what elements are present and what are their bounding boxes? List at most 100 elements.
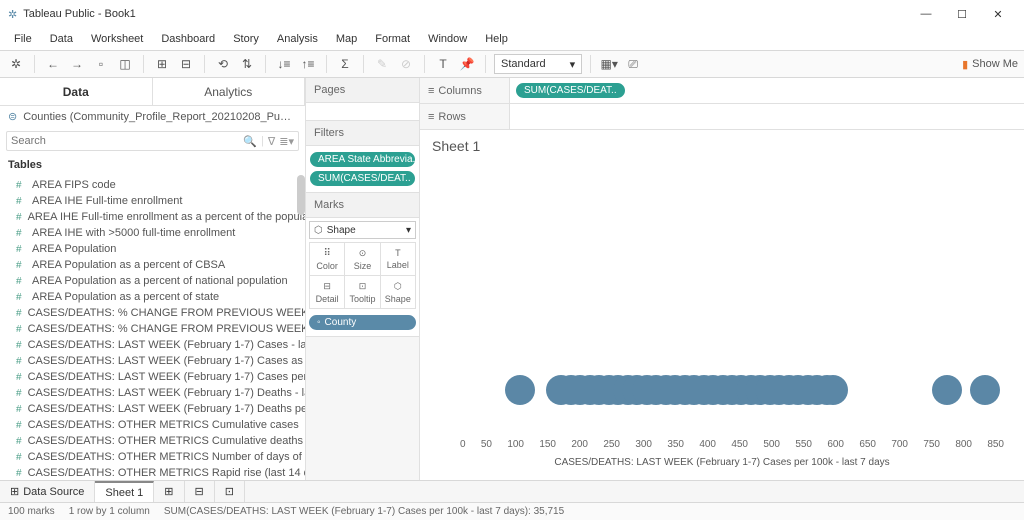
filters-shelf[interactable]: AREA State Abbrevia.. SUM(CASES/DEAT.. [306, 146, 419, 193]
highlight-icon[interactable]: ✎ [372, 54, 392, 74]
data-mark[interactable] [932, 375, 962, 405]
totals-icon[interactable]: Σ [335, 54, 355, 74]
menu-data[interactable]: Data [42, 31, 81, 47]
field-item[interactable]: #AREA IHE Full-time enrollment [0, 193, 305, 209]
datasource-row[interactable]: ⊜ Counties (Community_Profile_Report_202… [0, 106, 305, 127]
statusbar: 100 marks 1 row by 1 column SUM(CASES/DE… [0, 502, 1024, 520]
menu-help[interactable]: Help [477, 31, 516, 47]
field-item[interactable]: #AREA Population as a percent of nationa… [0, 273, 305, 289]
share-icon[interactable]: ⎚ [623, 54, 643, 74]
back-icon[interactable]: ← [43, 54, 63, 74]
field-item[interactable]: #CASES/DEATHS: OTHER METRICS Number of d… [0, 449, 305, 465]
tab-data-source[interactable]: ⊞Data Source [0, 481, 95, 502]
new-dashboard-icon[interactable]: ⊟ [185, 481, 215, 502]
swap-icon[interactable]: ⇅ [237, 54, 257, 74]
label-icon[interactable]: T [433, 54, 453, 74]
scrollbar-thumb[interactable] [297, 175, 305, 215]
filters-header: Filters [306, 121, 419, 146]
marks-size[interactable]: ⊙Size [345, 243, 379, 275]
sort-desc-icon[interactable]: ↑≡ [298, 54, 318, 74]
field-item[interactable]: #CASES/DEATHS: OTHER METRICS Cumulative … [0, 417, 305, 433]
marks-label[interactable]: TLabel [381, 243, 415, 275]
forward-icon[interactable]: → [67, 54, 87, 74]
measure-icon: # [16, 212, 22, 223]
field-item[interactable]: #AREA IHE Full-time enrollment as a perc… [0, 209, 305, 225]
tableau-logo-icon[interactable]: ✲ [6, 54, 26, 74]
maximize-button[interactable]: ☐ [944, 0, 980, 28]
pages-shelf[interactable] [306, 103, 419, 121]
fit-select[interactable]: Standard▾ [494, 54, 582, 74]
field-item[interactable]: #AREA FIPS code [0, 177, 305, 193]
marks-shape[interactable]: ⬡Shape [381, 276, 415, 308]
presentation-icon[interactable]: ▦▾ [599, 54, 619, 74]
group-icon[interactable]: ⊘ [396, 54, 416, 74]
measure-icon: # [16, 404, 22, 415]
menu-window[interactable]: Window [420, 31, 475, 47]
filter-pill-sum[interactable]: SUM(CASES/DEAT.. [310, 171, 415, 186]
chevron-down-icon: ▾ [406, 225, 411, 236]
viz-canvas[interactable]: 0501001502002503003504004505005506006507… [420, 162, 1024, 480]
measure-icon: # [16, 356, 22, 367]
new-worksheet-icon[interactable]: ⊞ [154, 481, 184, 502]
data-mark[interactable] [818, 375, 848, 405]
measure-icon: # [16, 420, 22, 431]
measure-icon: # [16, 324, 22, 335]
field-item[interactable]: #CASES/DEATHS: LAST WEEK (February 1-7) … [0, 401, 305, 417]
measure-icon: # [16, 292, 26, 303]
search-field[interactable]: 🔍 | ∇ ≣▾ [6, 131, 299, 151]
field-item[interactable]: #CASES/DEATHS: LAST WEEK (February 1-7) … [0, 353, 305, 369]
field-item[interactable]: #CASES/DEATHS: OTHER METRICS Rapid rise … [0, 465, 305, 480]
field-list: #AREA FIPS code#AREA IHE Full-time enrol… [0, 175, 305, 480]
duplicate-icon[interactable]: ⊟ [176, 54, 196, 74]
marks-detail[interactable]: ⊟Detail [310, 276, 344, 308]
menu-worksheet[interactable]: Worksheet [83, 31, 151, 47]
field-item[interactable]: #CASES/DEATHS: % CHANGE FROM PREVIOUS WE… [0, 305, 305, 321]
filter-pill-state[interactable]: AREA State Abbrevia.. [310, 152, 415, 167]
pages-header: Pages [306, 78, 419, 103]
menu-format[interactable]: Format [367, 31, 418, 47]
field-item[interactable]: #AREA Population as a percent of state [0, 289, 305, 305]
field-item[interactable]: #CASES/DEATHS: % CHANGE FROM PREVIOUS WE… [0, 321, 305, 337]
status-rows: 1 row by 1 column [69, 506, 150, 517]
save-icon[interactable]: ▫ [91, 54, 111, 74]
search-input[interactable] [11, 135, 243, 147]
sort-asc-icon[interactable]: ↓≡ [274, 54, 294, 74]
field-item[interactable]: #CASES/DEATHS: LAST WEEK (February 1-7) … [0, 337, 305, 353]
connect-icon[interactable]: ◫ [115, 54, 135, 74]
show-me-button[interactable]: ▮Show Me [962, 58, 1018, 71]
search-icon: 🔍 [243, 135, 257, 148]
pin-icon[interactable]: 📌 [457, 54, 477, 74]
columns-shelf[interactable]: SUM(CASES/DEAT.. [510, 81, 1024, 100]
menu-dashboard[interactable]: Dashboard [153, 31, 223, 47]
menu-story[interactable]: Story [225, 31, 267, 47]
field-item[interactable]: #AREA Population [0, 241, 305, 257]
field-item[interactable]: #AREA IHE with >5000 full-time enrollmen… [0, 225, 305, 241]
field-item[interactable]: #CASES/DEATHS: OTHER METRICS Cumulative … [0, 433, 305, 449]
tab-data[interactable]: Data [0, 78, 153, 105]
view-icon[interactable]: ≣▾ [279, 135, 294, 148]
rows-icon: ≡ [428, 111, 434, 123]
clear-icon[interactable]: ⟲ [213, 54, 233, 74]
marks-color[interactable]: ⠿Color [310, 243, 344, 275]
sheet-title[interactable]: Sheet 1 [420, 130, 1024, 162]
data-mark[interactable] [505, 375, 535, 405]
field-item[interactable]: #CASES/DEATHS: LAST WEEK (February 1-7) … [0, 385, 305, 401]
new-story-icon[interactable]: ⊡ [215, 481, 245, 502]
marks-tooltip[interactable]: ⊡Tooltip [345, 276, 379, 308]
new-sheet-icon[interactable]: ⊞ [152, 54, 172, 74]
tab-sheet1[interactable]: Sheet 1 [95, 481, 154, 502]
minimize-button[interactable]: — [908, 0, 944, 28]
tab-analytics[interactable]: Analytics [153, 78, 306, 105]
close-button[interactable]: ✕ [980, 0, 1016, 28]
menu-map[interactable]: Map [328, 31, 365, 47]
menu-analysis[interactable]: Analysis [269, 31, 326, 47]
field-item[interactable]: #CASES/DEATHS: LAST WEEK (February 1-7) … [0, 369, 305, 385]
status-sum: SUM(CASES/DEATHS: LAST WEEK (February 1-… [164, 506, 564, 517]
marks-pill-county[interactable]: ◦County [309, 315, 416, 330]
marks-type-select[interactable]: ⬡Shape ▾ [309, 221, 416, 239]
menu-file[interactable]: File [6, 31, 40, 47]
columns-pill[interactable]: SUM(CASES/DEAT.. [516, 83, 625, 98]
field-item[interactable]: #AREA Population as a percent of CBSA [0, 257, 305, 273]
data-mark[interactable] [970, 375, 1000, 405]
filter-icon[interactable]: ∇ [268, 135, 275, 148]
